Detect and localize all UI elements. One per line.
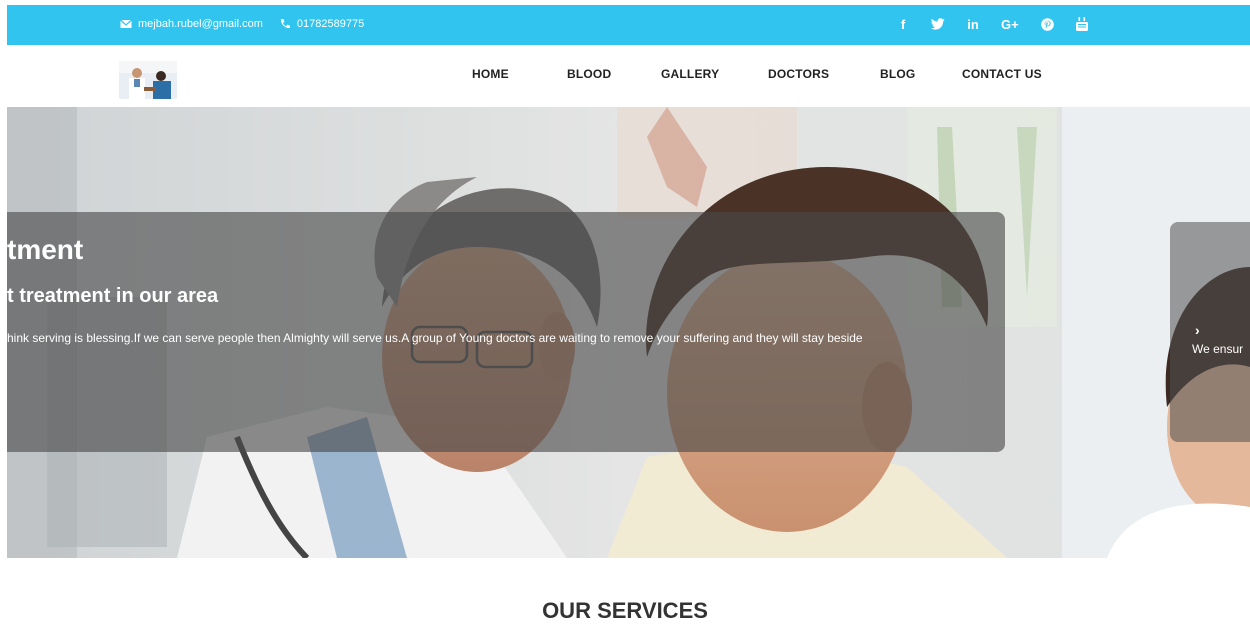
slide-title: tment (7, 234, 84, 265)
top-bar: mejbah.rubel@gmail.com 01782589775 f in … (7, 5, 1250, 45)
nav-contact-us[interactable]: CONTACT US (962, 67, 1042, 81)
contact-info: mejbah.rubel@gmail.com 01782589775 (120, 18, 364, 30)
twitter-icon[interactable] (931, 15, 945, 33)
next-slide-caption[interactable]: › We ensur (1170, 222, 1250, 442)
youtube-icon[interactable] (1075, 15, 1088, 33)
facebook-icon[interactable]: f (897, 15, 909, 33)
email-link[interactable]: mejbah.rubel@gmail.com (138, 18, 263, 30)
slide-text: hink serving is blessing.If we can serve… (7, 331, 863, 345)
next-slide-text: We ensur (1192, 342, 1244, 356)
phone-number[interactable]: 01782589775 (297, 18, 364, 30)
services-heading: OUR SERVICES (542, 598, 708, 623)
phone-icon (280, 19, 290, 29)
main-nav: HOME BLOOD GALLERY DOCTORS BLOG CONTACT … (472, 67, 1042, 81)
nav-home[interactable]: HOME (472, 67, 567, 81)
envelope-icon (120, 19, 132, 28)
nav-doctors[interactable]: DOCTORS (768, 67, 880, 81)
nav-blog[interactable]: BLOG (880, 67, 962, 81)
google-plus-icon[interactable]: G+ (1001, 15, 1019, 33)
chevron-right-icon[interactable]: › (1195, 322, 1200, 338)
social-links: f in G+ (897, 15, 1088, 33)
nav-gallery[interactable]: GALLERY (661, 67, 768, 81)
phone-info: 01782589775 (279, 18, 364, 30)
navbar: HOME BLOOD GALLERY DOCTORS BLOG CONTACT … (7, 45, 1250, 107)
logo[interactable] (119, 61, 177, 99)
linkedin-icon[interactable]: in (967, 15, 979, 33)
slide-caption: tment t treatment in our area hink servi… (7, 212, 1005, 452)
pinterest-icon[interactable] (1040, 15, 1054, 33)
hero-slider: tment t treatment in our area hink servi… (7, 107, 1250, 558)
slide-subtitle: t treatment in our area (7, 285, 219, 307)
nav-blood[interactable]: BLOOD (567, 67, 661, 81)
